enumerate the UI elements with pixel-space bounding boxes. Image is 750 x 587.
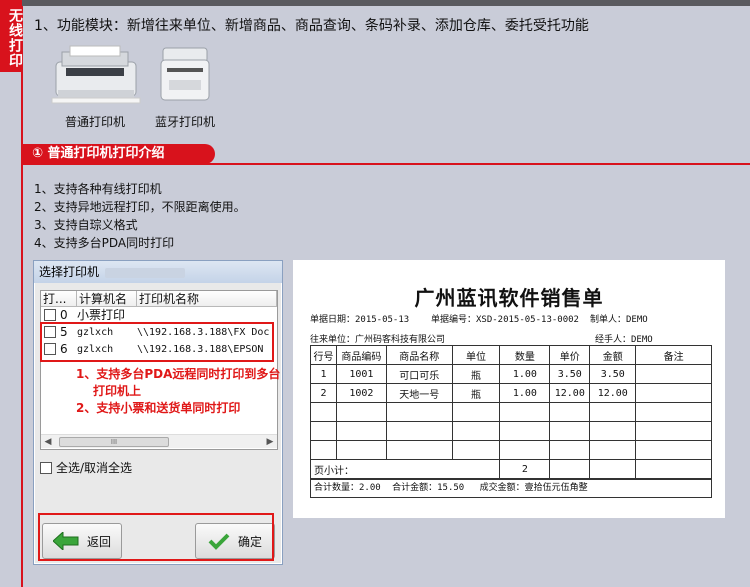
list-header: 打... 计算机名 打印机名称 [41, 291, 277, 307]
total-amount: 合计金额：15.50 [392, 483, 465, 493]
modules-description: 1、功能模块：新增往来单位、新增商品、商品查询、条码补录、添加仓库、委托受托功能 [34, 18, 589, 34]
remote-printers-highlight [40, 322, 274, 362]
annotation-line: 2、支持小票和送货单同时打印 [76, 401, 241, 415]
subtotal-qty: 2 [499, 459, 551, 479]
cell: 3.50 [589, 364, 637, 384]
cell [635, 364, 712, 384]
scroll-right-icon[interactable]: ▶ [263, 435, 277, 449]
col-price: 单价 [549, 345, 591, 365]
receipt-empty-row [310, 402, 712, 422]
receipt-empty-row [310, 440, 712, 460]
annotation-line: 打印机上 [93, 384, 142, 398]
scroll-thumb[interactable]: III [59, 437, 169, 447]
receipt-title: 广州蓝讯软件销售单 [414, 286, 604, 310]
feature-item: 3、支持自琮义格式 [34, 218, 138, 232]
total-text: 成交金额：壹拾伍元伍角整 [479, 483, 588, 493]
feature-list: 1、支持各种有线打印机 2、支持异地远程打印，不限距离使用。 3、支持自琮义格式… [34, 180, 246, 252]
column-header-computer[interactable]: 计算机名 [77, 291, 137, 306]
select-all-checkbox[interactable]: 全选/取消全选 [40, 459, 132, 476]
receipt-subtotal-row: 页小计： 2 [309, 459, 712, 479]
dialog-title: 选择打印机 [39, 265, 100, 279]
thermal-printer-icon [160, 47, 210, 101]
buttons-highlight [38, 513, 274, 561]
select-all-box[interactable] [40, 461, 52, 474]
sales-receipt-preview: 广州蓝讯软件销售单 单据日期：2015-05-13 单据编号：XSD-2015-… [293, 260, 725, 518]
receipt-number: 单据编号：XSD-2015-05-13-0002 [431, 315, 579, 325]
feature-item: 4、支持多台PDA同时打印 [34, 236, 175, 250]
receipt-table: 行号 商品编码 商品名称 单位 数量 单价 金额 备注 1 1001 可口可乐 … [309, 345, 712, 479]
col-amount: 金额 [589, 345, 637, 365]
annotation-notes: 1、支持多台PDA远程同时打印到多台 打印机上 2、支持小票和送货单同时打印 [76, 366, 280, 417]
feature-item: 2、支持异地远程打印，不限距离使用。 [34, 200, 246, 214]
receipt-totals: 合计数量：2.00 合计金额：15.50 成交金额：壹拾伍元伍角整 [310, 479, 712, 498]
cell: 可口可乐 [385, 364, 453, 384]
col-qty: 数量 [499, 345, 551, 365]
subtotal-label: 页小计： [309, 459, 501, 479]
receipt-empty-row [310, 421, 712, 441]
receipt-row: 2 1002 天地一号 瓶 1.00 12.00 12.00 [310, 383, 712, 403]
annotation-line: 1、支持多台PDA远程同时打印到多台 [76, 367, 281, 381]
receipt-maker: 制单人：DEMO [590, 315, 648, 325]
col-name: 商品名称 [385, 345, 453, 365]
cell: 1001 [335, 364, 387, 384]
row-checkbox[interactable] [44, 309, 56, 321]
cell: 瓶 [451, 383, 501, 403]
cell: 瓶 [451, 364, 501, 384]
feature-item: 1、支持各种有线打印机 [34, 182, 162, 196]
scroll-left-icon[interactable]: ◀ [41, 435, 55, 449]
regular-printer[interactable]: 普通打印机 [45, 44, 145, 130]
receipt-partner: 往来单位：广州码客科技有限公司 [310, 335, 446, 345]
cell: 2 [310, 383, 337, 403]
col-line: 行号 [310, 345, 337, 365]
receipt-row: 1 1001 可口可乐 瓶 1.00 3.50 3.50 [310, 364, 712, 384]
receipt-date: 单据日期：2015-05-13 [310, 315, 410, 325]
column-header-printer[interactable]: 打印机名称 [137, 291, 277, 306]
regular-printer-label: 普通打印机 [64, 115, 125, 129]
cell: 1.00 [499, 383, 551, 403]
cell: 12.00 [549, 383, 591, 403]
cell [635, 383, 712, 403]
cell: 3.50 [549, 364, 591, 384]
column-header-print[interactable]: 打... [41, 291, 77, 306]
cell: 天地一号 [385, 383, 453, 403]
col-remark: 备注 [635, 345, 712, 365]
dot-matrix-printer-icon [51, 45, 141, 104]
section-header: ① 普通打印机打印介绍 [22, 144, 215, 164]
cell: 1002 [335, 383, 387, 403]
col-code: 商品编码 [335, 345, 387, 365]
blurred-title-text [105, 267, 186, 278]
total-qty: 合计数量：2.00 [314, 483, 381, 493]
cell: 1.00 [499, 364, 551, 384]
horizontal-scrollbar[interactable]: ◀ III ▶ [41, 434, 277, 448]
col-unit: 单位 [451, 345, 501, 365]
dialog-titlebar[interactable]: 选择打印机 [34, 261, 282, 283]
select-all-label: 全选/取消全选 [56, 461, 133, 475]
receipt-header-row: 行号 商品编码 商品名称 单位 数量 单价 金额 备注 [310, 345, 712, 365]
bluetooth-printer[interactable]: 蓝牙打印机 [150, 44, 220, 130]
top-bar [0, 0, 750, 6]
section-divider [22, 163, 750, 165]
cell: 1 [310, 364, 337, 384]
wireless-print-tab[interactable]: 无线打印 [0, 0, 23, 72]
cell: 12.00 [589, 383, 637, 403]
bluetooth-printer-label: 蓝牙打印机 [154, 115, 215, 129]
red-vertical-line [21, 6, 23, 587]
receipt-handler: 经手人：DEMO [595, 335, 653, 345]
